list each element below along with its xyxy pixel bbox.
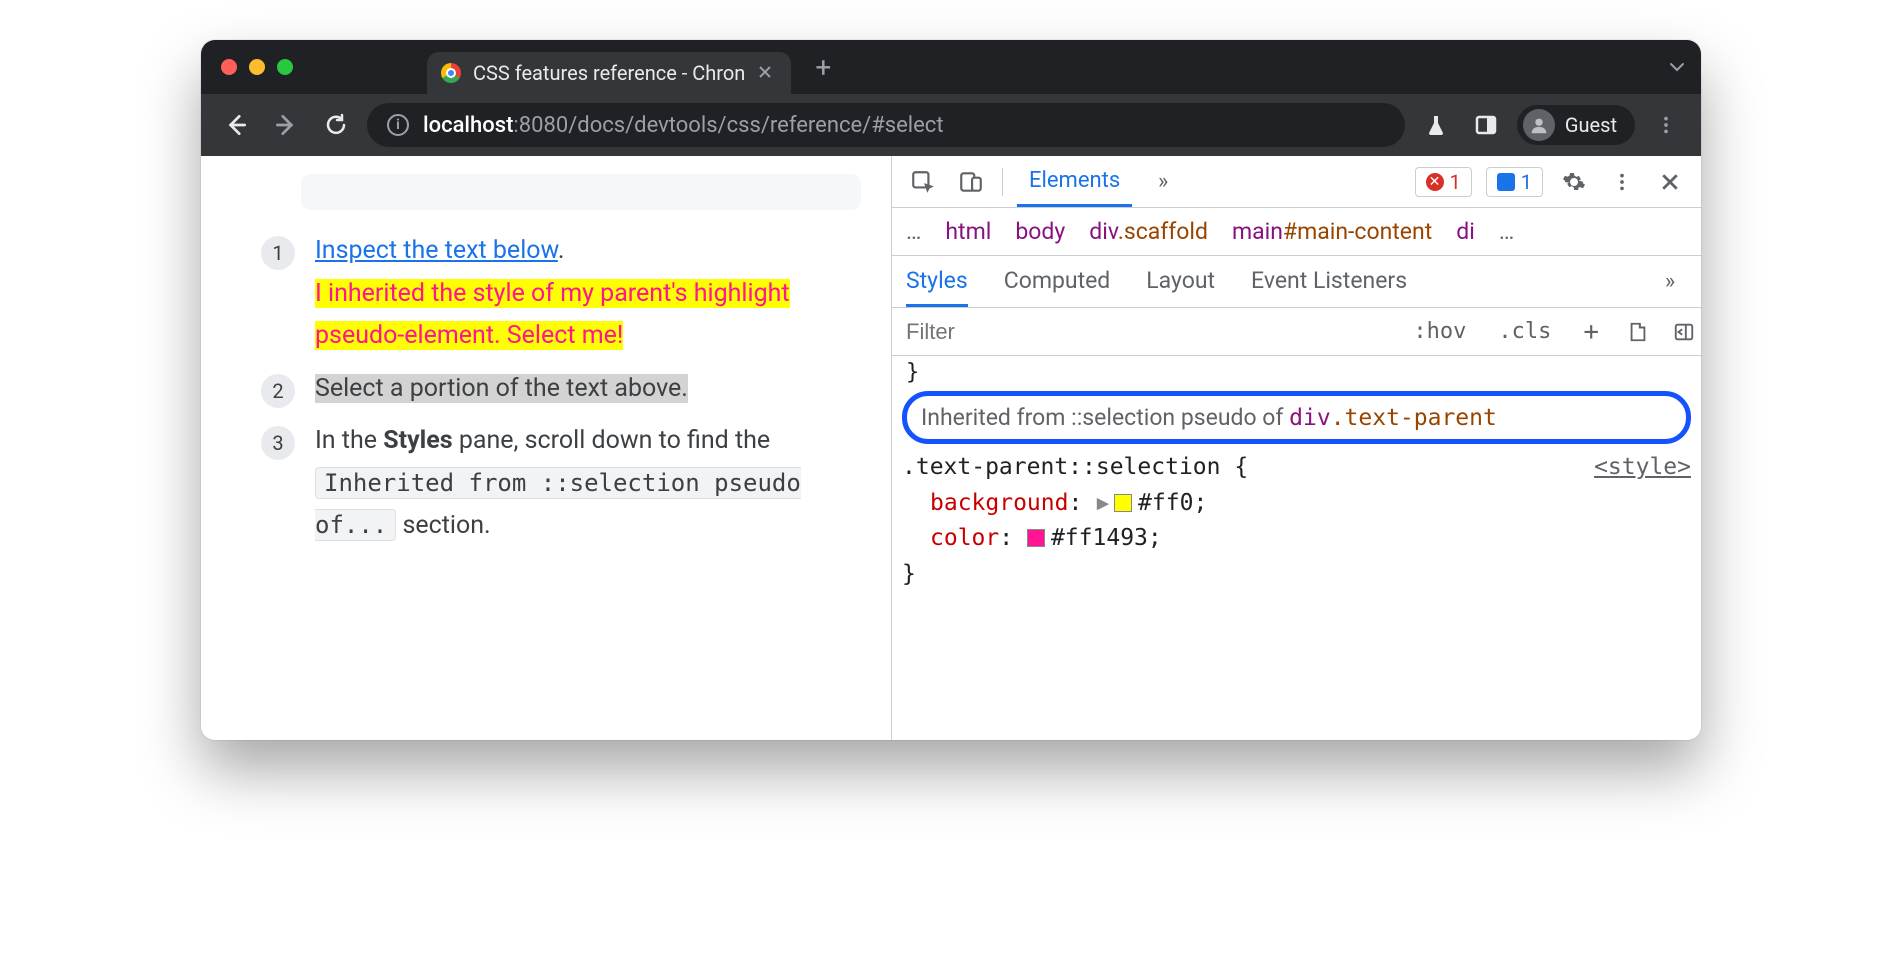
- window-titlebar: CSS features reference - Chron +: [201, 40, 1701, 94]
- steps-list: 1 Inspect the text below. I inherited th…: [261, 230, 861, 548]
- forward-button[interactable]: [267, 106, 305, 144]
- address-bar[interactable]: i localhost:8080/docs/devtools/css/refer…: [367, 103, 1405, 147]
- browser-tab[interactable]: CSS features reference - Chron: [427, 52, 791, 94]
- site-info-icon[interactable]: i: [387, 114, 409, 136]
- subtab-styles[interactable]: Styles: [906, 256, 968, 307]
- kebab-menu-icon[interactable]: [1605, 165, 1639, 199]
- step-item-1: 1 Inspect the text below. I inherited th…: [261, 230, 861, 358]
- declaration-background[interactable]: background: ▶#ff0;: [902, 486, 1691, 522]
- page-header-block: [301, 174, 861, 210]
- styles-filter-input[interactable]: [906, 315, 1391, 349]
- close-tab-button[interactable]: [757, 64, 775, 82]
- step-badge: 1: [261, 236, 295, 270]
- subtab-layout[interactable]: Layout: [1146, 256, 1215, 307]
- tab-title: CSS features reference - Chron: [473, 61, 745, 85]
- error-badge[interactable]: ✕1: [1415, 167, 1472, 197]
- breadcrumb-ellipsis[interactable]: …: [1499, 218, 1514, 245]
- step-3-text: In the Styles pane, scroll down to find …: [315, 420, 861, 548]
- tabs-dropdown-icon[interactable]: [1667, 57, 1687, 77]
- devtools-panel: Elements » ✕1 1 … html body div.s: [891, 156, 1701, 740]
- content-area: 1 Inspect the text below. I inherited th…: [201, 156, 1701, 740]
- subtab-computed[interactable]: Computed: [1004, 256, 1111, 307]
- code-snippet: Inherited from ::selection pseudo of...: [315, 467, 801, 542]
- labs-icon[interactable]: [1417, 106, 1455, 144]
- settings-icon[interactable]: [1557, 165, 1591, 199]
- bold-label: Styles: [383, 426, 452, 455]
- close-devtools-icon[interactable]: [1653, 165, 1687, 199]
- back-button[interactable]: [217, 106, 255, 144]
- new-tab-button[interactable]: +: [805, 51, 841, 84]
- browser-toolbar: i localhost:8080/docs/devtools/css/refer…: [201, 94, 1701, 156]
- device-toggle-icon[interactable]: [954, 165, 988, 199]
- traffic-lights: [215, 59, 293, 75]
- inspect-element-icon[interactable]: [906, 165, 940, 199]
- message-badge[interactable]: 1: [1486, 167, 1543, 197]
- hov-toggle[interactable]: :hov: [1403, 319, 1476, 344]
- minimize-window-button[interactable]: [249, 59, 265, 75]
- inherited-from-header[interactable]: Inherited from ::selection pseudo of div…: [902, 391, 1691, 444]
- more-tabs-chevron-icon[interactable]: »: [1146, 165, 1180, 199]
- step-badge: 2: [261, 374, 295, 408]
- rule-close-brace: }: [902, 557, 1691, 593]
- maximize-window-button[interactable]: [277, 59, 293, 75]
- new-rule-button[interactable]: +: [1573, 317, 1609, 347]
- browser-window: CSS features reference - Chron + i local…: [201, 40, 1701, 740]
- crumb-div[interactable]: div.scaffold: [1089, 218, 1208, 245]
- step-item-2: 2 Select a portion of the text above.: [261, 368, 861, 411]
- styles-subtabs: Styles Computed Layout Event Listeners »: [892, 256, 1701, 308]
- declaration-color[interactable]: color: #ff1493;: [902, 521, 1691, 557]
- cls-toggle[interactable]: .cls: [1488, 319, 1561, 344]
- highlighted-text[interactable]: I inherited the style of my parent's hig…: [315, 279, 790, 351]
- step-item-3: 3 In the Styles pane, scroll down to fin…: [261, 420, 861, 548]
- rule-brace-top: }: [902, 360, 1691, 385]
- crumb-html[interactable]: html: [945, 218, 991, 245]
- rule-selector[interactable]: .text-parent::selection {: [902, 450, 1248, 486]
- reload-button[interactable]: [317, 106, 355, 144]
- avatar-icon: [1523, 109, 1555, 141]
- styles-body: } Inherited from ::selection pseudo of d…: [892, 356, 1701, 740]
- chrome-favicon-icon: [441, 63, 461, 83]
- profile-chip[interactable]: Guest: [1517, 105, 1635, 145]
- close-window-button[interactable]: [221, 59, 237, 75]
- crumb-body[interactable]: body: [1015, 218, 1065, 245]
- toggle-sidebar-icon[interactable]: [1667, 315, 1701, 349]
- side-panel-icon[interactable]: [1467, 106, 1505, 144]
- styles-filter-bar: :hov .cls +: [892, 308, 1701, 356]
- devtools-toolbar: Elements » ✕1 1: [892, 156, 1701, 208]
- inspect-link[interactable]: Inspect the text below: [315, 236, 558, 265]
- css-rule: .text-parent::selection { <style> backgr…: [902, 450, 1691, 593]
- copy-styles-icon[interactable]: [1621, 315, 1655, 349]
- page-content: 1 Inspect the text below. I inherited th…: [201, 156, 891, 740]
- more-subtabs-chevron-icon[interactable]: »: [1653, 265, 1687, 299]
- crumb-main[interactable]: main#main-content: [1232, 218, 1432, 245]
- dom-breadcrumb: … html body div.scaffold main#main-conte…: [892, 208, 1701, 256]
- crumb-di[interactable]: di: [1456, 218, 1475, 245]
- url-text: localhost:8080/docs/devtools/css/referen…: [423, 113, 944, 138]
- rule-source-link[interactable]: <style>: [1594, 450, 1691, 486]
- profile-label: Guest: [1565, 113, 1617, 137]
- chrome-menu-button[interactable]: [1647, 106, 1685, 144]
- step-2-text[interactable]: Select a portion of the text above.: [315, 374, 688, 403]
- subtab-event-listeners[interactable]: Event Listeners: [1251, 256, 1407, 307]
- breadcrumb-ellipsis[interactable]: …: [906, 218, 921, 245]
- punct: .: [558, 236, 565, 265]
- step-badge: 3: [261, 426, 295, 460]
- tab-elements[interactable]: Elements: [1017, 156, 1132, 207]
